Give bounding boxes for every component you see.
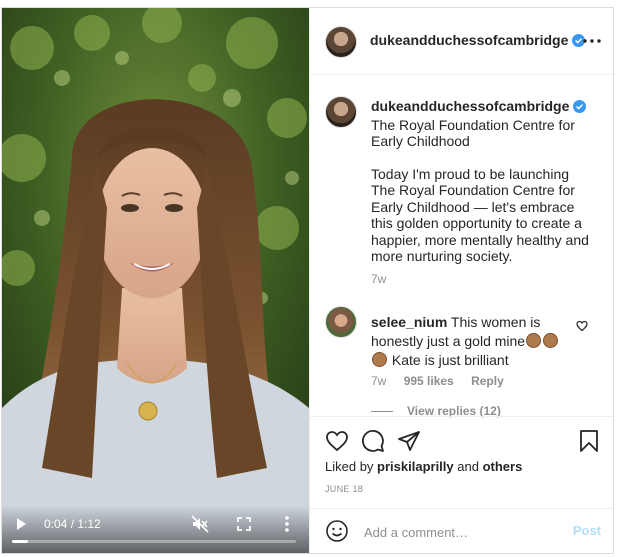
comment-meta: 7w 995 likes Reply (371, 374, 518, 388)
clap-emoji-icon (372, 352, 387, 367)
caption-age: 7w (371, 272, 387, 286)
add-comment-bar: Post (310, 508, 615, 554)
more-horizontal-icon[interactable] (583, 32, 601, 43)
comment-like-heart-icon[interactable] (576, 319, 588, 337)
comment-username[interactable]: selee_nium (371, 314, 447, 330)
avatar[interactable] (325, 26, 357, 58)
post-button[interactable]: Post (573, 523, 601, 538)
caption-username[interactable]: dukeandduchessofcambridge (371, 98, 569, 114)
action-bar (310, 416, 615, 452)
commenter-avatar[interactable] (325, 306, 357, 338)
instagram-post: 0:04 / 1:12 dukeandduchessofcambridge du… (1, 7, 615, 554)
fullscreen-icon[interactable] (235, 515, 253, 533)
reply-button[interactable]: Reply (471, 374, 504, 388)
video-controls: 0:04 / 1:12 (2, 505, 309, 553)
video-progress-bar[interactable] (12, 540, 296, 543)
share-icon[interactable] (397, 429, 421, 453)
caption: dukeandduchessofcambridge The Royal Foun… (371, 98, 593, 265)
video-time: 0:04 / 1:12 (44, 517, 101, 531)
post-panel: dukeandduchessofcambridge dukeandduchess… (309, 8, 615, 553)
caption-lead-text: The Royal Foundation Centre for Early Ch… (371, 116, 575, 150)
verified-badge-icon (573, 100, 587, 117)
clap-emoji-icon (526, 333, 542, 348)
post-date: JUNE 18 (325, 484, 364, 494)
divider (371, 410, 393, 412)
liked-by-prefix: Liked by (325, 459, 374, 474)
comment-age: 7w (371, 374, 387, 388)
comment-text-2: Kate is just brilliant (391, 352, 509, 368)
caption-body: Today I'm proud to be launching The Roya… (371, 165, 589, 265)
caption-avatar[interactable] (325, 96, 357, 128)
post-header: dukeandduchessofcambridge (310, 8, 615, 75)
heart-icon[interactable] (325, 429, 349, 453)
liked-by-and: and (457, 459, 479, 474)
liked-by-user[interactable]: priskilaprilly (377, 459, 454, 474)
video-frame (2, 8, 309, 553)
play-icon[interactable] (12, 515, 30, 533)
video-progress-fill (12, 540, 28, 543)
muted-icon[interactable] (191, 515, 209, 533)
video-player[interactable]: 0:04 / 1:12 (2, 8, 309, 553)
emoji-icon[interactable] (325, 519, 349, 543)
bookmark-icon[interactable] (577, 429, 601, 453)
comment-icon[interactable] (361, 429, 385, 453)
comment-likes[interactable]: 995 likes (404, 374, 454, 388)
liked-by-others[interactable]: others (483, 459, 523, 474)
comment: selee_nium This women is honestly just a… (371, 313, 579, 370)
liked-by: Liked by priskilaprilly and others (325, 459, 522, 474)
video-more-icon[interactable] (278, 515, 296, 533)
clap-emoji-icon (543, 333, 559, 348)
comment-input[interactable] (362, 517, 566, 547)
header-username[interactable]: dukeandduchessofcambridge (370, 32, 568, 48)
